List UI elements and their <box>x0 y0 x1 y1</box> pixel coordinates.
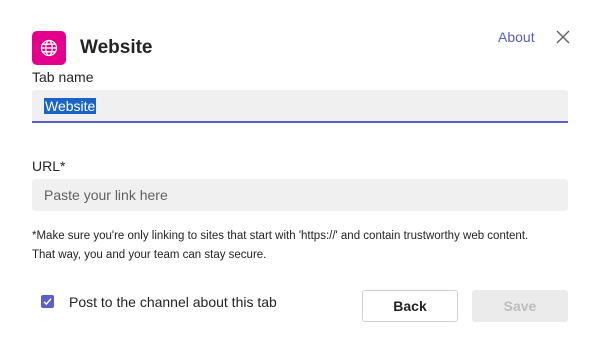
post-to-channel-label[interactable]: Post to the channel about this tab <box>69 294 277 310</box>
post-to-channel-checkbox[interactable] <box>41 295 54 308</box>
tab-name-label: Tab name <box>32 69 94 85</box>
checkmark-icon <box>43 298 52 306</box>
tab-name-input[interactable]: Website <box>32 90 568 123</box>
dialog-title: Website <box>80 37 153 58</box>
website-tab-dialog: Website About Tab name Website URL* Past… <box>0 0 600 357</box>
security-note-line-1: *Make sure you're only linking to sites … <box>32 230 529 242</box>
about-link[interactable]: About <box>498 29 535 45</box>
url-label: URL* <box>32 158 66 174</box>
url-input[interactable]: Paste your link here <box>32 179 568 211</box>
globe-icon <box>40 39 58 57</box>
save-button[interactable]: Save <box>472 290 568 322</box>
back-button[interactable]: Back <box>362 290 458 322</box>
tab-name-value: Website <box>44 97 97 114</box>
close-icon <box>556 30 570 44</box>
security-note-line-2: That way, you and your team can stay sec… <box>32 249 267 261</box>
security-note: *Make sure you're only linking to sites … <box>32 227 572 265</box>
url-placeholder: Paste your link here <box>44 187 168 203</box>
close-button[interactable] <box>553 27 573 47</box>
website-app-icon <box>32 31 66 65</box>
